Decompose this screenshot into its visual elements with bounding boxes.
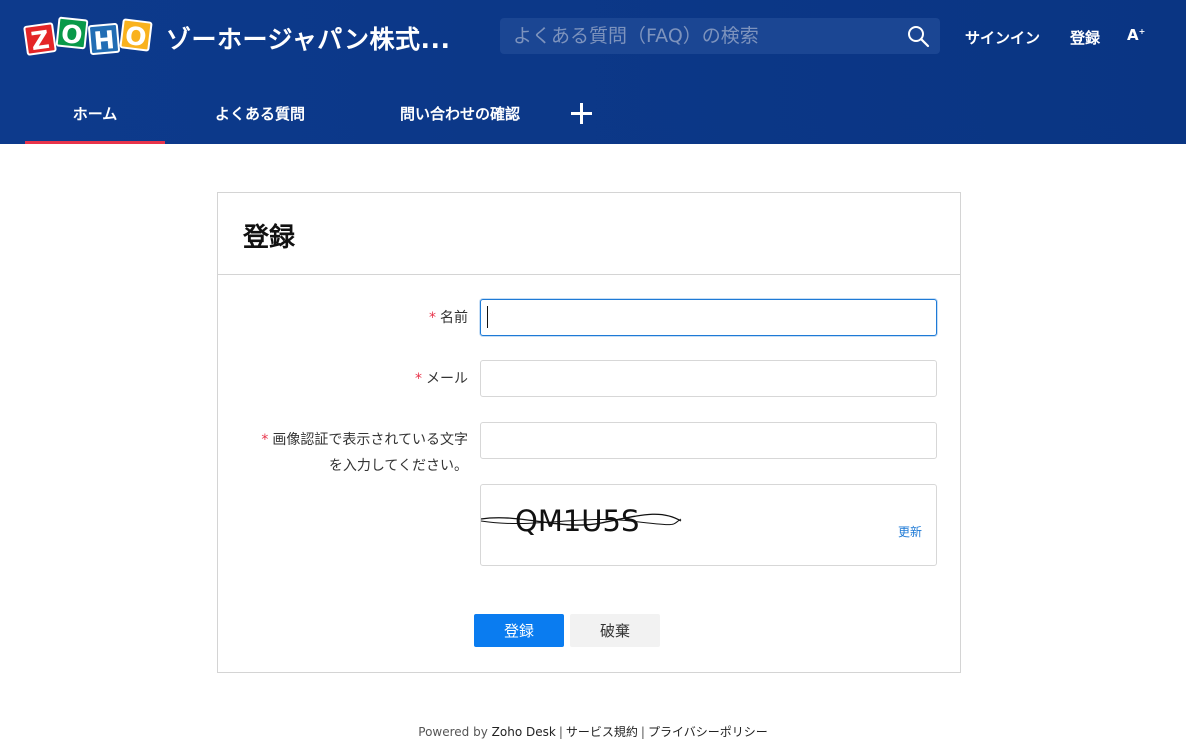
- terms-link[interactable]: サービス規約: [566, 725, 638, 739]
- privacy-link[interactable]: プライバシーポリシー: [648, 725, 768, 739]
- email-label-text: メール: [426, 371, 468, 387]
- email-field[interactable]: [480, 360, 937, 397]
- search-box: [500, 18, 940, 54]
- page-title: 登録: [243, 223, 296, 253]
- captcha-image: QM1U5S: [481, 504, 682, 538]
- required-mark: *: [261, 432, 269, 448]
- zoho-desk-link[interactable]: Zoho Desk: [492, 725, 556, 739]
- logo-tile-o1: O: [55, 16, 89, 50]
- captcha-label-line2: を入力してください。: [328, 458, 468, 474]
- brand-title[interactable]: ゾーホージャパン株式...: [166, 20, 451, 56]
- captcha-box: QM1U5S 更新: [480, 484, 937, 566]
- name-field[interactable]: [480, 299, 937, 336]
- powered-by-text: Powered by: [418, 725, 488, 739]
- name-label-text: 名前: [440, 310, 468, 326]
- footer-separator: |: [558, 725, 563, 739]
- required-mark: *: [415, 371, 422, 387]
- font-size-icon[interactable]: A+: [1127, 26, 1145, 44]
- discard-button[interactable]: 破棄: [570, 614, 660, 647]
- logo-tile-o2: O: [119, 18, 153, 52]
- required-mark: *: [429, 310, 436, 326]
- captcha-refresh-link[interactable]: 更新: [898, 523, 922, 540]
- text-caret: [487, 306, 488, 328]
- name-label: * 名前: [238, 305, 468, 331]
- zoho-logo[interactable]: Z O H O: [23, 14, 153, 60]
- tab-faq[interactable]: よくある質問: [190, 84, 330, 144]
- tab-home[interactable]: ホーム: [25, 84, 165, 144]
- footer: Powered by Zoho Desk | サービス規約 | プライバシーポリシー: [0, 723, 1186, 740]
- signup-card: 登録 * 名前 * メール * 画像認証で表示されている文字 を入力してください。 Q…: [217, 192, 961, 673]
- search-input[interactable]: [500, 18, 895, 54]
- captcha-input[interactable]: [480, 422, 937, 459]
- submit-button[interactable]: 登録: [474, 614, 564, 647]
- font-size-label: A: [1127, 26, 1139, 44]
- plus-icon[interactable]: [569, 101, 594, 126]
- email-label: * メール: [238, 366, 468, 392]
- top-header: Z O H O ゾーホージャパン株式... サインイン 登録 A+ ホーム よく…: [0, 0, 1186, 144]
- footer-separator: |: [640, 725, 645, 739]
- logo-tile-z: Z: [23, 22, 57, 56]
- captcha-label-line1: 画像認証で表示されている文字: [272, 432, 468, 448]
- signup-link[interactable]: 登録: [1070, 27, 1100, 48]
- logo-tile-h: H: [87, 22, 121, 56]
- captcha-label: * 画像認証で表示されている文字 を入力してください。: [238, 427, 468, 479]
- tab-check-inquiry[interactable]: 問い合わせの確認: [380, 84, 540, 144]
- search-icon[interactable]: [906, 24, 930, 48]
- card-header: 登録: [218, 193, 960, 275]
- signin-link[interactable]: サインイン: [965, 27, 1040, 48]
